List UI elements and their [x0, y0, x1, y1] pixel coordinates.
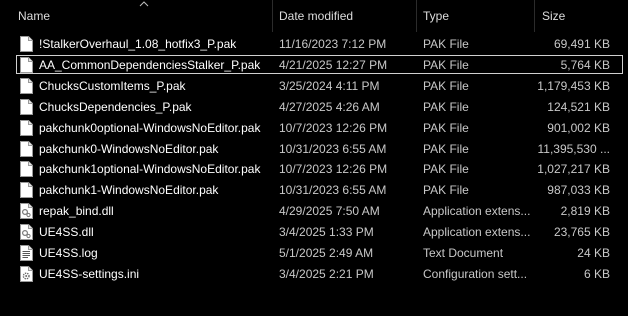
- file-size: 24 KB: [577, 246, 610, 260]
- file-row[interactable]: pakchunk1optional-WindowsNoEditor.pak 10/…: [0, 159, 628, 179]
- file-name: pakchunk1optional-WindowsNoEditor.pak: [39, 162, 261, 177]
- text-document-icon: [20, 245, 33, 261]
- settings-file-icon: [20, 265, 33, 282]
- file-name: ChucksCustomItems_P.pak: [39, 78, 186, 93]
- file-name: pakchunk1-WindowsNoEditor.pak: [39, 183, 219, 198]
- file-date-modified: 10/7/2023 12:26 PM: [279, 162, 388, 177]
- file-icon: [20, 161, 33, 178]
- file-name: UE4SS-settings.ini: [39, 266, 140, 281]
- file-row[interactable]: !StalkerOverhaul_1.08_hotfix3_P.pak 11/16…: [0, 34, 628, 54]
- file-type: Configuration sett...: [423, 266, 528, 281]
- file-size: 901,002 KB: [547, 120, 610, 135]
- file-date-modified: 11/16/2023 7:12 PM: [279, 37, 387, 51]
- file-name: repak_bind.dll: [39, 204, 114, 219]
- file-type: PAK File: [423, 162, 469, 177]
- column-divider[interactable]: [534, 0, 535, 32]
- file-date-modified: 10/31/2023 6:55 AM: [279, 183, 387, 198]
- file-date-modified: 3/4/2025 2:21 PM: [279, 266, 374, 281]
- file-row[interactable]: pakchunk0-WindowsNoEditor.pak 10/31/2023 …: [0, 139, 628, 159]
- file-date-modified: 3/25/2024 4:11 PM: [279, 78, 380, 93]
- dll-icon: [20, 224, 33, 241]
- file-date-modified: 10/7/2023 12:26 PM: [279, 120, 388, 135]
- file-size: 2,819 KB: [560, 204, 610, 219]
- column-divider[interactable]: [272, 0, 273, 32]
- file-size: 1,027,217 KB: [537, 162, 610, 177]
- file-icon: [20, 77, 33, 94]
- chevron-up-icon: [139, 1, 149, 7]
- file-type: PAK File: [423, 120, 469, 135]
- file-date-modified: 3/4/2025 1:33 PM: [279, 225, 374, 240]
- file-date-modified: 10/31/2023 6:55 AM: [279, 141, 387, 156]
- file-row[interactable]: UE4SS.log 5/1/2025 2:49 AM Text Document 24…: [0, 243, 628, 263]
- file-icon: [20, 119, 33, 136]
- column-header-size[interactable]: Size: [542, 0, 622, 32]
- file-date-modified: 5/1/2025 2:49 AM: [279, 246, 374, 260]
- file-type: Text Document: [423, 246, 504, 260]
- file-row[interactable]: UE4SS-settings.ini 3/4/2025 2:21 PM Config…: [0, 264, 628, 284]
- file-type: PAK File: [423, 57, 469, 72]
- file-name: UE4SS.log: [39, 246, 98, 260]
- file-date-modified: 4/29/2025 7:50 AM: [279, 204, 380, 219]
- file-type: Application extens...: [423, 225, 531, 240]
- file-icon: [20, 56, 33, 73]
- column-divider[interactable]: [416, 0, 417, 32]
- file-type: PAK File: [423, 99, 469, 114]
- file-type: PAK File: [423, 183, 469, 198]
- file-row[interactable]: ChucksDependencies_P.pak 4/27/2025 4:26 A…: [0, 97, 628, 117]
- file-size: 69,491 KB: [553, 37, 610, 51]
- file-size: 124,521 KB: [547, 99, 610, 114]
- file-row[interactable]: ChucksCustomItems_P.pak 3/25/2024 4:11 PM…: [0, 76, 628, 96]
- column-header-date-modified[interactable]: Date modified: [279, 0, 409, 32]
- file-row[interactable]: UE4SS.dll 3/4/2025 1:33 PM Application ext…: [0, 222, 628, 242]
- column-header-bar: Name Date modified Type Size: [0, 0, 628, 32]
- file-size: 23,765 KB: [553, 225, 610, 240]
- dll-icon: [20, 203, 33, 220]
- file-size: 6 KB: [583, 266, 610, 281]
- file-type: PAK File: [423, 141, 469, 156]
- file-icon: [20, 36, 33, 52]
- column-header-type[interactable]: Type: [423, 0, 523, 32]
- file-size: 987,033 KB: [547, 183, 610, 198]
- file-row[interactable]: repak_bind.dll 4/29/2025 7:50 AM Applicati…: [0, 201, 628, 221]
- file-icon: [20, 140, 33, 157]
- file-date-modified: 4/27/2025 4:26 AM: [279, 99, 380, 114]
- file-type: PAK File: [423, 37, 469, 51]
- file-icon: [20, 182, 33, 199]
- file-name: AA_CommonDependenciesStalker_P.pak: [39, 57, 261, 72]
- file-icon: [20, 98, 33, 115]
- file-type: Application extens...: [423, 204, 531, 219]
- file-name: ChucksDependencies_P.pak: [39, 99, 192, 114]
- file-name: pakchunk0optional-WindowsNoEditor.pak: [39, 120, 261, 135]
- file-name: UE4SS.dll: [39, 225, 94, 240]
- file-type: PAK File: [423, 78, 469, 93]
- file-size: 1,179,453 KB: [537, 78, 610, 93]
- file-size: 11,395,530 ...: [537, 141, 610, 156]
- file-row[interactable]: pakchunk0optional-WindowsNoEditor.pak 10/…: [0, 118, 628, 138]
- file-name: !StalkerOverhaul_1.08_hotfix3_P.pak: [39, 37, 237, 51]
- file-size: 5,764 KB: [560, 57, 610, 72]
- file-date-modified: 4/21/2025 12:27 PM: [279, 57, 388, 72]
- file-row[interactable]: AA_CommonDependenciesStalker_P.pak 4/21/2…: [0, 54, 628, 75]
- file-row[interactable]: pakchunk1-WindowsNoEditor.pak 10/31/2023 …: [0, 180, 628, 200]
- file-name: pakchunk0-WindowsNoEditor.pak: [39, 141, 219, 156]
